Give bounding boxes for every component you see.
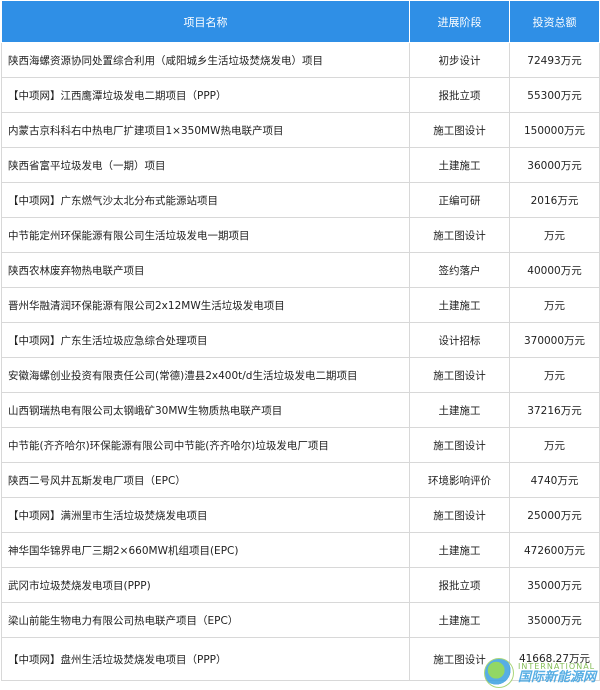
cell-stage: 施工图设计: [409, 497, 510, 533]
cell-investment: 150000万元: [509, 112, 600, 148]
table-row: 中节能(齐齐哈尔)环保能源有限公司中节能(齐齐哈尔)垃圾发电厂项目 施工图设计 万元: [1, 427, 600, 463]
cell-investment: 4740万元: [509, 462, 600, 498]
table-row: 神华国华锦界电厂三期2×660MW机组项目(EPC) 土建施工 472600万元: [1, 532, 600, 568]
cell-project-name: 陕西二号风井瓦斯发电厂项目（EPC）: [1, 462, 410, 498]
table-row: 【中项网】广东生活垃圾应急综合处理项目 设计招标 370000万元: [1, 322, 600, 358]
cell-investment: 万元: [509, 427, 600, 463]
cell-investment: 2016万元: [509, 182, 600, 218]
cell-project-name: 中节能定州环保能源有限公司生活垃圾发电一期项目: [1, 217, 410, 253]
cell-investment: 40000万元: [509, 252, 600, 288]
cell-investment: 370000万元: [509, 322, 600, 358]
cell-project-name: 神华国华锦界电厂三期2×660MW机组项目(EPC): [1, 532, 410, 568]
cell-stage: 施工图设计: [409, 112, 510, 148]
cell-stage: 签约落户: [409, 252, 510, 288]
cell-project-name: 陕西海螺资源协同处置综合利用（咸阳城乡生活垃圾焚烧发电）项目: [1, 42, 410, 78]
table-row: 武冈市垃圾焚烧发电项目(PPP) 报批立项 35000万元: [1, 567, 600, 603]
header-project-name: 项目名称: [1, 0, 410, 43]
cell-project-name: 【中项网】盘州生活垃圾焚烧发电项目（PPP）: [1, 637, 410, 681]
table-row: 中节能定州环保能源有限公司生活垃圾发电一期项目 施工图设计 万元: [1, 217, 600, 253]
table-row: 陕西农林废弃物热电联产项目 签约落户 40000万元: [1, 252, 600, 288]
cell-investment: 万元: [509, 217, 600, 253]
table-row: 【中项网】江西鹰潭垃圾发电二期项目（PPP） 报批立项 55300万元: [1, 77, 600, 113]
cell-investment: 472600万元: [509, 532, 600, 568]
watermark-logo-icon: [483, 658, 514, 688]
cell-investment: 万元: [509, 287, 600, 323]
cell-project-name: 【中项网】江西鹰潭垃圾发电二期项目（PPP）: [1, 77, 410, 113]
table-header-row: 项目名称 进展阶段 投资总额: [1, 0, 600, 43]
cell-investment: 37216万元: [509, 392, 600, 428]
cell-stage: 报批立项: [409, 567, 510, 603]
cell-investment: 35000万元: [509, 602, 600, 638]
cell-project-name: 【中项网】满洲里市生活垃圾焚烧发电项目: [1, 497, 410, 533]
table-row: 陕西省富平垃圾发电（一期）项目 土建施工 36000万元: [1, 147, 600, 183]
cell-investment: 万元: [509, 357, 600, 393]
watermark-cn: 国际新能源网: [517, 669, 596, 685]
table-row: 陕西二号风井瓦斯发电厂项目（EPC） 环境影响评价 4740万元: [1, 462, 600, 498]
table-row: 内蒙古京科科右中热电厂扩建项目1×350MW热电联产项目 施工图设计 150000万…: [1, 112, 600, 148]
table-row: 晋州华融清润环保能源有限公司2x12MW生活垃圾发电项目 土建施工 万元: [1, 287, 600, 323]
cell-stage: 施工图设计: [409, 357, 510, 393]
cell-investment: 55300万元: [509, 77, 600, 113]
cell-stage: 土建施工: [409, 602, 510, 638]
cell-project-name: 梁山前能生物电力有限公司热电联产项目（EPC）: [1, 602, 410, 638]
table-row: 安徽海螺创业投资有限责任公司(常德)澧县2x400t/d生活垃圾发电二期项目 施工…: [1, 357, 600, 393]
cell-project-name: 【中项网】广东燃气沙太北分布式能源站项目: [1, 182, 410, 218]
table-body: 陕西海螺资源协同处置综合利用（咸阳城乡生活垃圾焚烧发电）项目 初步设计 72493万…: [1, 42, 600, 681]
table-row: 山西钢瑞热电有限公司太钢峨矿30MW生物质热电联产项目 土建施工 37216万元: [1, 392, 600, 428]
cell-investment: 25000万元: [509, 497, 600, 533]
cell-project-name: 武冈市垃圾焚烧发电项目(PPP): [1, 567, 410, 603]
table-row: 梁山前能生物电力有限公司热电联产项目（EPC） 土建施工 35000万元: [1, 602, 600, 638]
cell-investment: 36000万元: [509, 147, 600, 183]
cell-stage: 施工图设计: [409, 217, 510, 253]
cell-stage: 环境影响评价: [409, 462, 510, 498]
header-investment: 投资总额: [509, 0, 600, 43]
cell-investment: 72493万元: [509, 42, 600, 78]
cell-project-name: 晋州华融清润环保能源有限公司2x12MW生活垃圾发电项目: [1, 287, 410, 323]
cell-project-name: 安徽海螺创业投资有限责任公司(常德)澧县2x400t/d生活垃圾发电二期项目: [1, 357, 410, 393]
project-table: 项目名称 进展阶段 投资总额 陕西海螺资源协同处置综合利用（咸阳城乡生活垃圾焚烧…: [1, 0, 600, 681]
cell-project-name: 山西钢瑞热电有限公司太钢峨矿30MW生物质热电联产项目: [1, 392, 410, 428]
cell-stage: 施工图设计: [409, 427, 510, 463]
cell-project-name: 陕西省富平垃圾发电（一期）项目: [1, 147, 410, 183]
header-stage: 进展阶段: [409, 0, 510, 43]
cell-stage: 土建施工: [409, 532, 510, 568]
watermark: INTERNATIONAL 国际新能源网: [483, 658, 596, 688]
cell-stage: 报批立项: [409, 77, 510, 113]
cell-project-name: 陕西农林废弃物热电联产项目: [1, 252, 410, 288]
cell-stage: 土建施工: [409, 392, 510, 428]
cell-project-name: 内蒙古京科科右中热电厂扩建项目1×350MW热电联产项目: [1, 112, 410, 148]
cell-stage: 正编可研: [409, 182, 510, 218]
cell-stage: 土建施工: [409, 147, 510, 183]
cell-stage: 设计招标: [409, 322, 510, 358]
cell-project-name: 中节能(齐齐哈尔)环保能源有限公司中节能(齐齐哈尔)垃圾发电厂项目: [1, 427, 410, 463]
table-row: 【中项网】满洲里市生活垃圾焚烧发电项目 施工图设计 25000万元: [1, 497, 600, 533]
cell-stage: 初步设计: [409, 42, 510, 78]
table-row: 【中项网】广东燃气沙太北分布式能源站项目 正编可研 2016万元: [1, 182, 600, 218]
table-row: 陕西海螺资源协同处置综合利用（咸阳城乡生活垃圾焚烧发电）项目 初步设计 72493万…: [1, 42, 600, 78]
cell-project-name: 【中项网】广东生活垃圾应急综合处理项目: [1, 322, 410, 358]
cell-investment: 35000万元: [509, 567, 600, 603]
cell-stage: 土建施工: [409, 287, 510, 323]
